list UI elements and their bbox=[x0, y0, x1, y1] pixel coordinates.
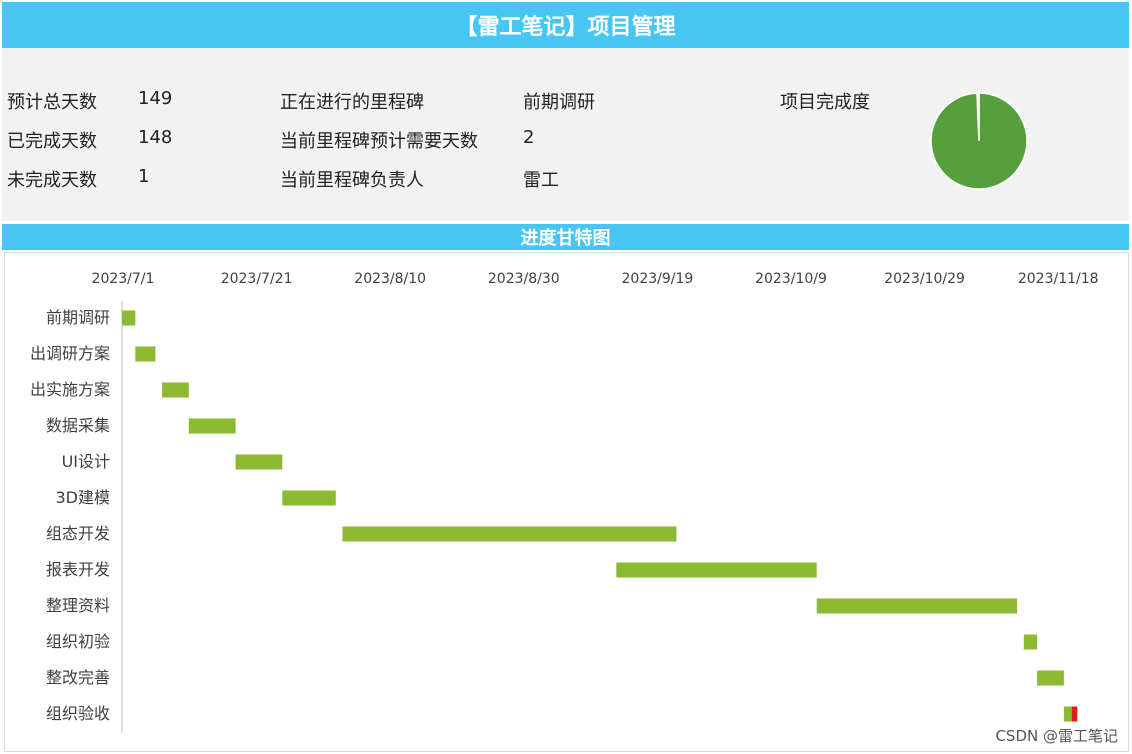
current-milestone-value: 前期调研 bbox=[523, 92, 595, 113]
remaining-days-value: 1 bbox=[138, 166, 150, 187]
task-label: 数据采集 bbox=[46, 416, 110, 435]
task-label: 报表开发 bbox=[46, 560, 110, 579]
task-label: 出调研方案 bbox=[30, 344, 110, 363]
task-bar bbox=[342, 526, 677, 542]
milestone-days-value: 2 bbox=[523, 127, 535, 148]
milestone-owner-label: 当前里程碑负责人 bbox=[280, 170, 424, 191]
current-milestone-label: 正在进行的里程碑 bbox=[280, 92, 424, 113]
task-label: 出实施方案 bbox=[30, 380, 110, 399]
page-title: 【雷工笔记】项目管理 bbox=[2, 2, 1129, 48]
task-label: 组织验收 bbox=[46, 704, 110, 723]
planned-days-label: 预计总天数 bbox=[7, 92, 97, 113]
x-tick-label: 2023/10/9 bbox=[755, 271, 827, 287]
x-tick-label: 2023/8/30 bbox=[488, 271, 560, 287]
task-bar bbox=[188, 418, 236, 434]
task-label: 组织初验 bbox=[46, 632, 110, 651]
x-tick-label: 2023/9/19 bbox=[622, 271, 694, 287]
task-bar bbox=[1023, 634, 1038, 650]
task-label: 整改完善 bbox=[46, 668, 110, 687]
x-tick-label: 2023/8/10 bbox=[354, 271, 426, 287]
planned-days-value: 149 bbox=[138, 88, 173, 109]
watermark: CSDN @雷工笔记 bbox=[995, 727, 1118, 745]
summary-panel: 预计总天数 149 已完成天数 148 未完成天数 1 正在进行的里程碑 前期调… bbox=[2, 48, 1129, 221]
milestone-owner-value: 雷工 bbox=[523, 170, 559, 191]
task-label: UI设计 bbox=[62, 452, 110, 471]
x-tick-label: 2023/7/1 bbox=[92, 271, 155, 287]
task-bar bbox=[235, 454, 283, 470]
gantt-section-title: 进度甘特图 bbox=[2, 224, 1129, 250]
task-label: 前期调研 bbox=[46, 308, 110, 327]
task-bar bbox=[1037, 670, 1064, 686]
task-label: 3D建模 bbox=[55, 488, 110, 507]
completion-label: 项目完成度 bbox=[780, 92, 870, 113]
task-bar bbox=[282, 490, 336, 506]
x-tick-label: 2023/10/29 bbox=[884, 271, 965, 287]
gantt-chart: 2023/7/1 2023/7/21 2023/8/10 2023/8/30 2023/… bbox=[4, 252, 1129, 752]
task-bar bbox=[122, 310, 136, 326]
done-days-value: 148 bbox=[138, 127, 173, 148]
milestone-days-label: 当前里程碑预计需要天数 bbox=[280, 131, 478, 152]
x-tick-label: 2023/11/18 bbox=[1018, 271, 1099, 287]
task-bar bbox=[816, 598, 1018, 614]
completion-pie bbox=[930, 92, 1028, 190]
task-bar bbox=[616, 562, 817, 578]
task-label: 组态开发 bbox=[46, 524, 110, 543]
task-label: 整理资料 bbox=[46, 596, 110, 615]
task-bar bbox=[135, 346, 156, 362]
done-days-label: 已完成天数 bbox=[7, 131, 97, 152]
task-bar bbox=[162, 382, 189, 398]
gantt-chart-svg: 2023/7/1 2023/7/21 2023/8/10 2023/8/30 2023/… bbox=[30, 271, 1099, 733]
x-tick-label: 2023/7/21 bbox=[221, 271, 293, 287]
task-bar-remaining bbox=[1071, 706, 1078, 722]
remaining-days-label: 未完成天数 bbox=[7, 170, 97, 191]
